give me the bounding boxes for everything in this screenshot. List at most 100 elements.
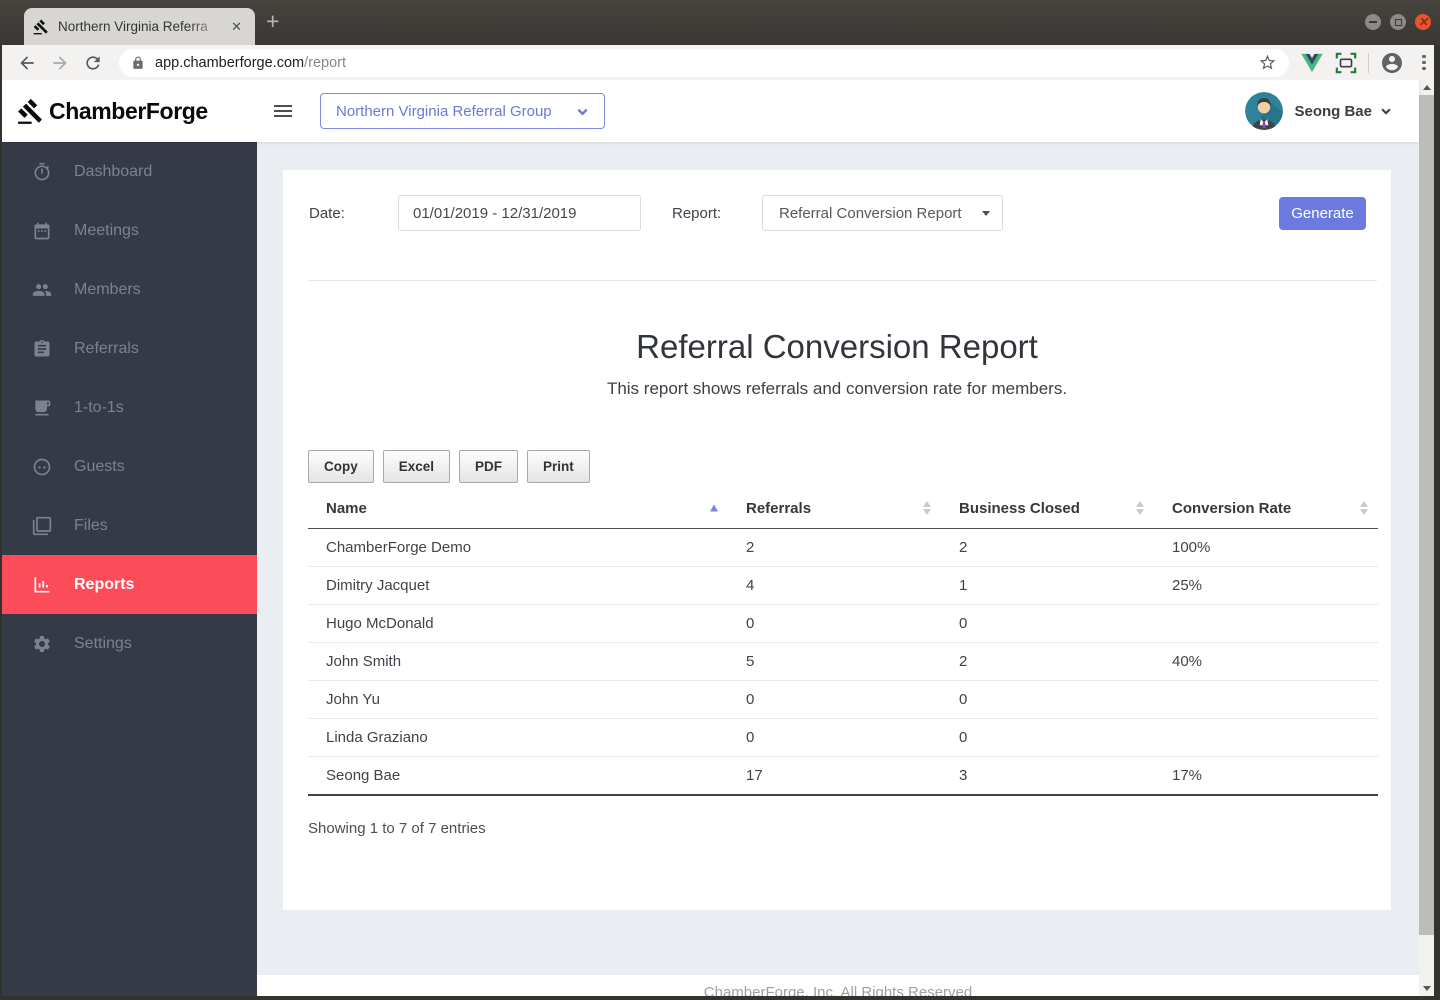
divider bbox=[308, 280, 1377, 281]
tab-close-icon[interactable]: ✕ bbox=[227, 17, 246, 37]
sidebar-item-reports[interactable]: Reports bbox=[2, 555, 257, 614]
web-page: ChamberForge Northern Virginia Referral … bbox=[2, 80, 1434, 996]
copyright-text: ChamberForge, Inc. All Rights Reserved bbox=[703, 984, 973, 996]
column-header-referrals[interactable]: Referrals bbox=[728, 488, 941, 529]
cell-conversion-rate: 100% bbox=[1154, 528, 1378, 567]
sidebar-item-1-to-1s[interactable]: 1-to-1s bbox=[2, 378, 257, 437]
sidebar-item-files[interactable]: Files bbox=[2, 496, 257, 555]
scroll-up-button[interactable] bbox=[1419, 80, 1434, 95]
lock-icon[interactable] bbox=[131, 56, 145, 70]
hamburger-menu-icon[interactable] bbox=[268, 99, 298, 123]
column-header-business-closed[interactable]: Business Closed bbox=[941, 488, 1154, 529]
tab-title: Northern Virginia Referra bbox=[58, 19, 208, 34]
browser-profile-icon[interactable] bbox=[1380, 51, 1404, 75]
table-row: Hugo McDonald 0 0 bbox=[308, 604, 1378, 643]
sidebar-item-guests[interactable]: Guests bbox=[2, 437, 257, 496]
cell-conversion-rate: 40% bbox=[1154, 642, 1378, 681]
new-tab-button[interactable]: + bbox=[266, 10, 279, 33]
cell-referrals: 0 bbox=[728, 680, 941, 719]
cell-referrals: 4 bbox=[728, 566, 941, 605]
sidebar-item-label: Files bbox=[74, 516, 108, 534]
report-title: Referral Conversion Report bbox=[636, 328, 1038, 365]
vue-devtools-icon[interactable] bbox=[1301, 52, 1323, 74]
sidebar-item-label: Guests bbox=[74, 457, 125, 475]
report-subtitle: This report shows referrals and conversi… bbox=[606, 379, 1068, 398]
report-table: Name Referrals Business Closed Conversio… bbox=[308, 488, 1378, 796]
scroll-down-button[interactable] bbox=[1419, 981, 1434, 996]
cell-conversion-rate: 17% bbox=[1154, 756, 1378, 796]
column-header-name[interactable]: Name bbox=[308, 488, 728, 529]
browser-menu-icon[interactable] bbox=[1418, 51, 1430, 75]
people-icon bbox=[32, 283, 52, 296]
sidebar-item-members[interactable]: Members bbox=[2, 260, 257, 319]
sidebar-item-dashboard[interactable]: Dashboard bbox=[2, 142, 257, 201]
cell-business-closed: 2 bbox=[941, 642, 1154, 681]
table-row: Dimitry Jacquet 4 1 25% bbox=[308, 566, 1378, 605]
export-buttons: Copy Excel PDF Print bbox=[308, 450, 590, 483]
gear-icon bbox=[34, 635, 50, 652]
calendar-icon bbox=[34, 222, 50, 239]
report-type-value: Referral Conversion Report bbox=[779, 204, 962, 222]
sort-both-icon bbox=[1360, 501, 1368, 515]
date-range-input[interactable]: 01/01/2019 - 12/31/2019 bbox=[398, 195, 641, 231]
copy-button[interactable]: Copy bbox=[308, 450, 374, 483]
cell-business-closed: 0 bbox=[941, 680, 1154, 719]
cell-referrals: 0 bbox=[728, 604, 941, 643]
reload-icon[interactable] bbox=[83, 53, 103, 73]
cell-name: ChamberForge Demo bbox=[308, 528, 728, 567]
sidebar-nav: Dashboard Meetings Members Referrals 1-t… bbox=[2, 142, 257, 996]
sidebar-item-label: 1-to-1s bbox=[74, 398, 124, 416]
select-arrow-icon bbox=[982, 210, 990, 216]
cell-business-closed: 3 bbox=[941, 756, 1154, 796]
screenshot-extension-icon[interactable] bbox=[1335, 52, 1357, 74]
cell-name: Dimitry Jacquet bbox=[308, 566, 728, 605]
sort-both-icon bbox=[923, 501, 931, 515]
gavel-logo-icon bbox=[18, 98, 42, 124]
coffee-icon bbox=[35, 400, 51, 415]
sidebar-item-label: Referrals bbox=[74, 339, 139, 357]
cell-conversion-rate bbox=[1154, 680, 1378, 719]
pdf-button[interactable]: PDF bbox=[459, 450, 519, 483]
scrollbar-thumb[interactable] bbox=[1419, 95, 1434, 935]
print-button[interactable]: Print bbox=[527, 450, 590, 483]
browser-tab-bar: Northern Virginia Referra ✕ + ✕ bbox=[0, 0, 1440, 45]
cell-referrals: 0 bbox=[728, 718, 941, 757]
url-path: /report bbox=[304, 54, 347, 71]
forward-icon[interactable] bbox=[50, 53, 70, 73]
cell-referrals: 2 bbox=[728, 528, 941, 567]
vertical-scrollbar[interactable] bbox=[1419, 80, 1434, 996]
toolbar-separator bbox=[1368, 52, 1369, 73]
back-icon[interactable] bbox=[17, 53, 37, 73]
excel-button[interactable]: Excel bbox=[382, 450, 451, 483]
sidebar-item-label: Settings bbox=[74, 634, 132, 652]
table-row: Seong Bae 17 3 17% bbox=[308, 756, 1378, 796]
group-selector-label: Northern Virginia Referral Group bbox=[336, 102, 552, 120]
browser-tab[interactable]: Northern Virginia Referra ✕ bbox=[24, 8, 255, 45]
table-row: John Yu 0 0 bbox=[308, 680, 1378, 719]
generate-button[interactable]: Generate bbox=[1279, 197, 1366, 230]
app-header: ChamberForge Northern Virginia Referral … bbox=[2, 80, 1419, 142]
cell-name: John Yu bbox=[308, 680, 728, 719]
brand-logo[interactable]: ChamberForge bbox=[2, 98, 257, 125]
url-host: app.chamberforge.com bbox=[155, 54, 305, 71]
main-content: Date: 01/01/2019 - 12/31/2019 Report: Re… bbox=[257, 142, 1419, 996]
sidebar-item-settings[interactable]: Settings bbox=[2, 614, 257, 673]
report-label: Report: bbox=[672, 205, 722, 222]
report-type-select[interactable]: Referral Conversion Report bbox=[762, 195, 1003, 231]
user-menu[interactable]: Seong Bae bbox=[1245, 92, 1392, 130]
timer-icon bbox=[34, 162, 50, 180]
cell-business-closed: 0 bbox=[941, 604, 1154, 643]
chevron-down-icon bbox=[577, 108, 588, 116]
bookmark-star-icon[interactable] bbox=[1258, 53, 1277, 72]
minimize-button[interactable] bbox=[1365, 14, 1381, 30]
column-header-conversion-rate[interactable]: Conversion Rate bbox=[1154, 488, 1378, 529]
group-selector-dropdown[interactable]: Northern Virginia Referral Group bbox=[320, 93, 605, 129]
maximize-button[interactable] bbox=[1390, 14, 1406, 30]
sidebar-item-referrals[interactable]: Referrals bbox=[2, 319, 257, 378]
brand-name: ChamberForge bbox=[49, 97, 208, 124]
user-name: Seong Bae bbox=[1294, 102, 1372, 120]
sidebar-item-label: Members bbox=[74, 280, 141, 298]
sidebar-item-meetings[interactable]: Meetings bbox=[2, 201, 257, 260]
address-bar[interactable]: app.chamberforge.com/report bbox=[119, 48, 1289, 77]
close-button[interactable]: ✕ bbox=[1415, 14, 1431, 30]
